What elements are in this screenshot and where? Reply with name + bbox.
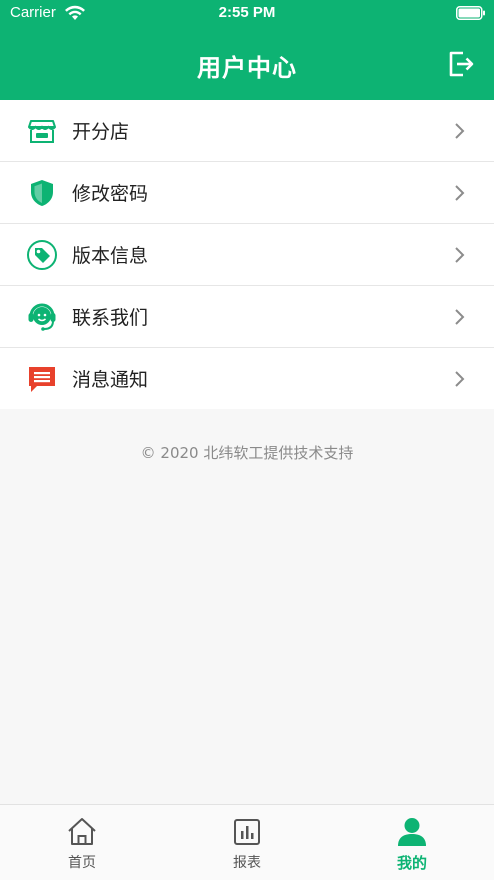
chevron-right-icon — [455, 371, 465, 387]
tab-reports[interactable]: 报表 — [165, 805, 329, 880]
logout-icon[interactable] — [446, 49, 476, 79]
menu-item-open-branch[interactable]: 开分店 — [0, 100, 494, 162]
chevron-right-icon — [455, 247, 465, 263]
status-bar: Carrier 2:55 PM — [0, 0, 494, 28]
user-center-screen: Carrier 2:55 PM 用户中心 开分店 修改密码 版本信息 联系我们 … — [0, 0, 494, 880]
menu-item-change-password[interactable]: 修改密码 — [0, 162, 494, 224]
headset-icon — [28, 303, 56, 331]
tab-label: 首页 — [68, 855, 96, 871]
shield-icon — [31, 180, 53, 206]
message-icon — [29, 367, 55, 392]
menu-item-version-info[interactable]: 版本信息 — [0, 224, 494, 286]
menu-item-contact-us[interactable]: 联系我们 — [0, 286, 494, 348]
menu-item-label: 修改密码 — [72, 183, 149, 205]
bottom-tab-bar: 首页 报表 我的 — [0, 804, 494, 880]
chart-icon — [234, 819, 260, 845]
home-icon — [68, 818, 96, 845]
nav-header: Carrier 2:55 PM 用户中心 — [0, 0, 494, 100]
battery-icon — [456, 6, 485, 20]
chevron-right-icon — [455, 309, 465, 325]
tab-mine[interactable]: 我的 — [330, 805, 494, 880]
menu-item-label: 联系我们 — [72, 307, 149, 329]
tab-label: 报表 — [233, 855, 261, 871]
store-icon — [28, 120, 56, 143]
status-time: 2:55 PM — [218, 4, 276, 21]
menu-item-label: 消息通知 — [72, 369, 149, 391]
copyright-note: © 2020 北纬软工提供技术支持 — [140, 444, 354, 462]
tag-icon — [27, 240, 57, 270]
menu-item-notifications[interactable]: 消息通知 — [0, 348, 494, 409]
menu-item-label: 版本信息 — [72, 245, 149, 267]
chevron-right-icon — [455, 185, 465, 201]
settings-menu: 开分店 修改密码 版本信息 联系我们 消息通知 — [0, 100, 494, 409]
chevron-right-icon — [455, 123, 465, 139]
user-icon — [398, 818, 426, 846]
page-title: 用户中心 — [197, 54, 297, 82]
tab-home[interactable]: 首页 — [0, 805, 164, 880]
menu-item-label: 开分店 — [72, 121, 130, 143]
tab-label: 我的 — [396, 854, 427, 872]
